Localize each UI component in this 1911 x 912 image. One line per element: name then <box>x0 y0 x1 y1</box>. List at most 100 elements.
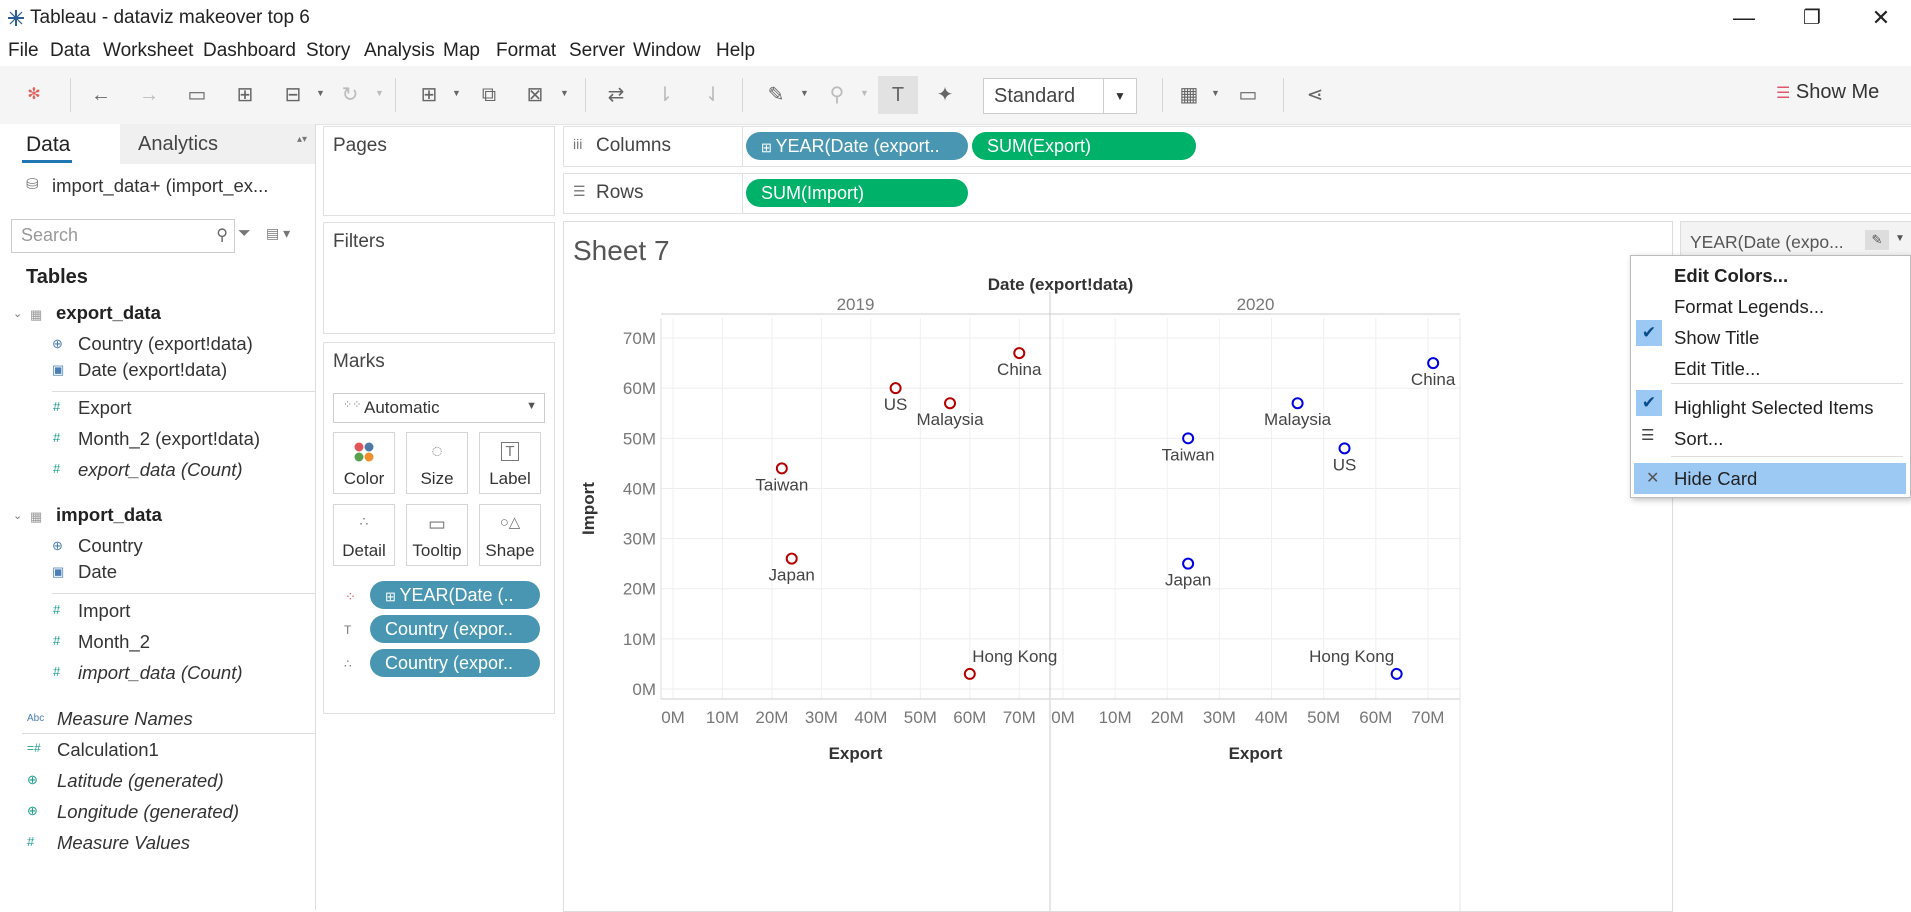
highlight-icon[interactable]: ✎ <box>763 82 789 108</box>
detail-button[interactable]: ∴ Detail <box>333 504 395 566</box>
sort-descending-icon[interactable]: ⇃ <box>700 82 726 108</box>
show-me-button[interactable]: ☰ Show Me <box>1776 81 1879 104</box>
field-latitude[interactable]: Latitude (generated) <box>57 770 224 792</box>
field-month2[interactable]: Month_2 <box>78 631 150 653</box>
minimize-button[interactable]: — <box>1714 2 1774 34</box>
sort-ascending-icon[interactable]: ⇂ <box>652 82 678 108</box>
field-date[interactable]: Date <box>78 561 117 583</box>
menu-item-edit-colors[interactable]: Edit Colors... <box>1674 265 1788 287</box>
color-button[interactable]: Color <box>333 432 395 494</box>
menu-item-hide-card[interactable]: ✕ Hide Card <box>1634 463 1906 494</box>
menu-dashboard[interactable]: Dashboard <box>203 40 296 62</box>
mark-type-dropdown[interactable]: ⁘⁘ Automatic ▼ <box>333 393 545 423</box>
marks-pill-year[interactable]: ⊞ YEAR(Date (.. <box>370 581 540 609</box>
menu-map[interactable]: Map <box>443 40 480 62</box>
fix-axes-icon[interactable]: ✦ <box>932 82 958 108</box>
menu-data[interactable]: Data <box>50 40 90 62</box>
filter-icon[interactable]: ⏷ <box>238 225 251 243</box>
y-tick-label: 0M <box>632 680 656 699</box>
menu-item-sort[interactable]: Sort... <box>1674 428 1723 450</box>
refresh-icon[interactable]: ↻ <box>337 82 363 108</box>
marks-pill-year-label: YEAR(Date (.. <box>399 585 514 605</box>
tooltip-label: Tooltip <box>412 541 462 560</box>
field-measure-names[interactable]: Measure Names <box>57 708 193 730</box>
new-datasource-icon[interactable]: ⊞ <box>232 82 258 108</box>
tableau-start-icon[interactable]: ✻ <box>21 82 47 108</box>
title-bar: Tableau - dataviz makeover top 6 — ❐ ✕ <box>0 0 1911 36</box>
view-options-icon[interactable]: ▤ ▾ <box>266 225 290 242</box>
size-button[interactable]: ◌ Size <box>406 432 468 494</box>
tab-data[interactable]: Data <box>0 124 120 164</box>
menu-item-show-title[interactable]: Show Title <box>1674 327 1759 349</box>
data-point <box>775 462 788 475</box>
columns-pill-year[interactable]: ⊞ YEAR(Date (export.. <box>746 132 968 160</box>
menu-worksheet[interactable]: Worksheet <box>103 40 193 62</box>
menu-item-format-legends[interactable]: Format Legends... <box>1674 296 1824 318</box>
redo-icon[interactable]: → <box>136 82 162 108</box>
field-import[interactable]: Import <box>78 600 130 622</box>
restore-button[interactable]: ❐ <box>1782 2 1842 34</box>
data-label: US <box>884 395 908 414</box>
field-date-export[interactable]: Date (export!data) <box>78 359 227 381</box>
field-month2-export[interactable]: Month_2 (export!data) <box>78 428 260 450</box>
undo-icon[interactable]: ← <box>88 82 114 108</box>
rows-shelf[interactable]: ☰ Rows SUM(Import) <box>563 173 1911 214</box>
pen-icon[interactable]: ✎ <box>1865 230 1889 250</box>
menu-window[interactable]: Window <box>633 40 701 62</box>
label-button[interactable]: T Label <box>479 432 541 494</box>
field-longitude[interactable]: Longitude (generated) <box>57 801 239 823</box>
menu-help[interactable]: Help <box>716 40 755 62</box>
pages-shelf[interactable]: Pages <box>323 126 555 216</box>
field-measure-values[interactable]: Measure Values <box>57 832 190 854</box>
close-button[interactable]: ✕ <box>1851 2 1911 34</box>
fit-dropdown[interactable]: Standard ▼ <box>983 78 1137 114</box>
show-mark-labels-icon[interactable]: T <box>878 76 918 114</box>
swap-rows-columns-icon[interactable]: ⇄ <box>603 82 629 108</box>
field-calculation1[interactable]: Calculation1 <box>57 739 159 761</box>
search-input[interactable]: Search ⚲ <box>11 219 235 253</box>
scatter-chart[interactable]: Sheet 7 Date (export!data) 0M 10M 20M 30M 40M 5… <box>564 222 1672 911</box>
collapse-icon[interactable]: ⌄ <box>13 307 22 320</box>
field-export[interactable]: Export <box>78 397 131 419</box>
menu-story[interactable]: Story <box>306 40 350 62</box>
save-icon[interactable]: ▭ <box>184 82 210 108</box>
duplicate-sheet-icon[interactable]: ⧉ <box>476 82 502 108</box>
marks-pill-country-detail[interactable]: Country (expor.. <box>370 649 540 677</box>
field-country[interactable]: Country <box>78 535 143 557</box>
menu-item-edit-title[interactable]: Edit Title... <box>1674 358 1760 380</box>
x-tick-label: 10M <box>1099 708 1132 727</box>
rows-pill-import[interactable]: SUM(Import) <box>746 179 968 207</box>
abc-icon: Abc <box>27 713 45 724</box>
presentation-mode-icon[interactable]: ▭ <box>1235 82 1261 108</box>
field-export-count[interactable]: export_data (Count) <box>78 459 243 481</box>
tab-analytics[interactable]: Analytics ▴▾ <box>120 124 315 164</box>
clear-sheet-icon[interactable]: ⊠ <box>522 82 548 108</box>
menu-file[interactable]: File <box>8 40 39 62</box>
show-cards-icon[interactable]: ▦ <box>1176 82 1202 108</box>
menu-server[interactable]: Server <box>569 40 625 62</box>
data-label: Malaysia <box>1264 410 1332 429</box>
columns-shelf[interactable]: iii Columns ⊞ YEAR(Date (export.. SUM(Ex… <box>563 126 1911 167</box>
share-icon[interactable]: ⋖ <box>1302 82 1328 108</box>
new-worksheet-icon[interactable]: ⊞ <box>416 82 442 108</box>
table-export-data[interactable]: export_data <box>56 302 161 324</box>
group-members-icon[interactable]: ⚲ <box>824 82 850 108</box>
pause-updates-icon[interactable]: ⊟ <box>280 82 306 108</box>
marks-pill-country-label[interactable]: Country (expor.. <box>370 615 540 643</box>
columns-label: Columns <box>596 135 671 156</box>
collapse-icon[interactable]: ⌄ <box>13 509 22 522</box>
menu-item-highlight-selected[interactable]: Highlight Selected Items <box>1674 397 1874 419</box>
datasource-name[interactable]: import_data+ (import_ex... <box>52 175 268 197</box>
menu-format[interactable]: Format <box>496 40 556 62</box>
legend-menu-caret-icon[interactable]: ▼ <box>1895 233 1905 244</box>
filters-shelf[interactable]: Filters <box>323 222 555 334</box>
x-tick-label: 60M <box>1359 708 1392 727</box>
shape-button[interactable]: ○△ Shape <box>479 504 541 566</box>
field-country-export[interactable]: Country (export!data) <box>78 333 253 355</box>
tooltip-icon: ▭ <box>428 514 446 535</box>
menu-analysis[interactable]: Analysis <box>364 40 435 62</box>
columns-pill-export[interactable]: SUM(Export) <box>972 132 1196 160</box>
tooltip-button[interactable]: ▭ Tooltip <box>406 504 468 566</box>
table-import-data[interactable]: import_data <box>56 504 162 526</box>
field-import-count[interactable]: import_data (Count) <box>78 662 243 684</box>
